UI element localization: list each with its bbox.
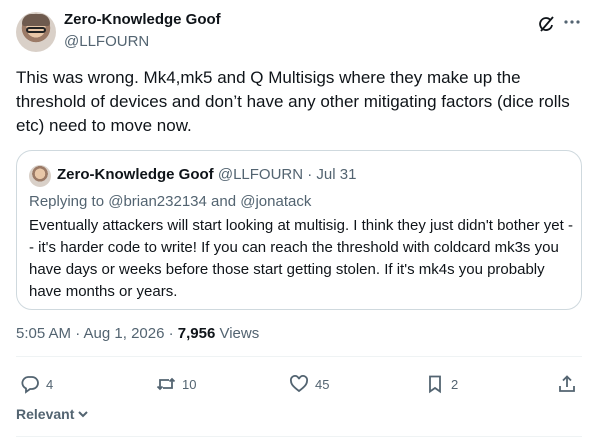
grok-icon[interactable] xyxy=(537,14,557,34)
reply-handle-link[interactable]: @brian232134 xyxy=(108,193,207,210)
like-button[interactable]: 45 xyxy=(289,372,329,396)
author-name[interactable]: Zero-Knowledge Goof xyxy=(64,11,221,28)
reply-handle-link[interactable]: @jonatack xyxy=(240,193,311,210)
more-icon[interactable] xyxy=(562,12,582,32)
timestamp-text[interactable]: 5:05 AM · Aug 1, 2026 · xyxy=(16,325,178,342)
quoted-author-name: Zero-Knowledge Goof xyxy=(57,166,214,183)
retweet-icon xyxy=(156,377,176,391)
share-icon xyxy=(559,375,575,392)
retweet-count: 10 xyxy=(182,376,197,392)
replying-and: and xyxy=(206,193,241,210)
reply-icon xyxy=(21,376,39,394)
reply-count: 4 xyxy=(46,376,54,392)
relevant-label: Relevant xyxy=(16,406,75,422)
bookmark-icon xyxy=(429,375,441,394)
share-button[interactable] xyxy=(557,372,577,396)
quoted-text: Eventually attackers will start looking … xyxy=(29,217,573,300)
tweet-text: This was wrong. Mk4,mk5 and Q Multisigs … xyxy=(16,68,570,135)
quoted-author-meta: @LLFOURN · Jul 31 xyxy=(213,166,357,183)
quoted-author-avatar xyxy=(29,165,51,187)
divider xyxy=(16,356,582,357)
chevron-down-icon xyxy=(78,411,89,418)
quoted-replying-to: Replying to @brian232134 and @jonatack xyxy=(29,193,311,210)
tweet-author-avatar[interactable] xyxy=(16,12,56,52)
reply-button[interactable]: 4 xyxy=(20,372,53,396)
avatar-glasses xyxy=(26,27,46,33)
like-count: 45 xyxy=(315,376,330,392)
bookmark-button[interactable]: 2 xyxy=(425,372,458,396)
views-label: Views xyxy=(215,325,260,342)
author-handle[interactable]: @LLFOURN xyxy=(64,33,149,50)
sort-relevant-dropdown[interactable]: Relevant xyxy=(16,406,90,422)
tweet-timestamp: 5:05 AM · Aug 1, 2026 · 7,956 Views xyxy=(16,325,259,342)
bookmark-count: 2 xyxy=(451,376,459,392)
replying-prefix: Replying to xyxy=(29,193,109,210)
quoted-header: Zero-Knowledge Goof @LLFOURN · Jul 31 xyxy=(57,166,356,183)
quoted-tweet[interactable]: Zero-Knowledge Goof @LLFOURN · Jul 31 Re… xyxy=(16,150,582,310)
avatar-hat xyxy=(22,14,50,26)
retweet-button[interactable]: 10 xyxy=(156,372,196,396)
views-count: 7,956 xyxy=(177,325,216,342)
like-icon xyxy=(290,375,308,393)
